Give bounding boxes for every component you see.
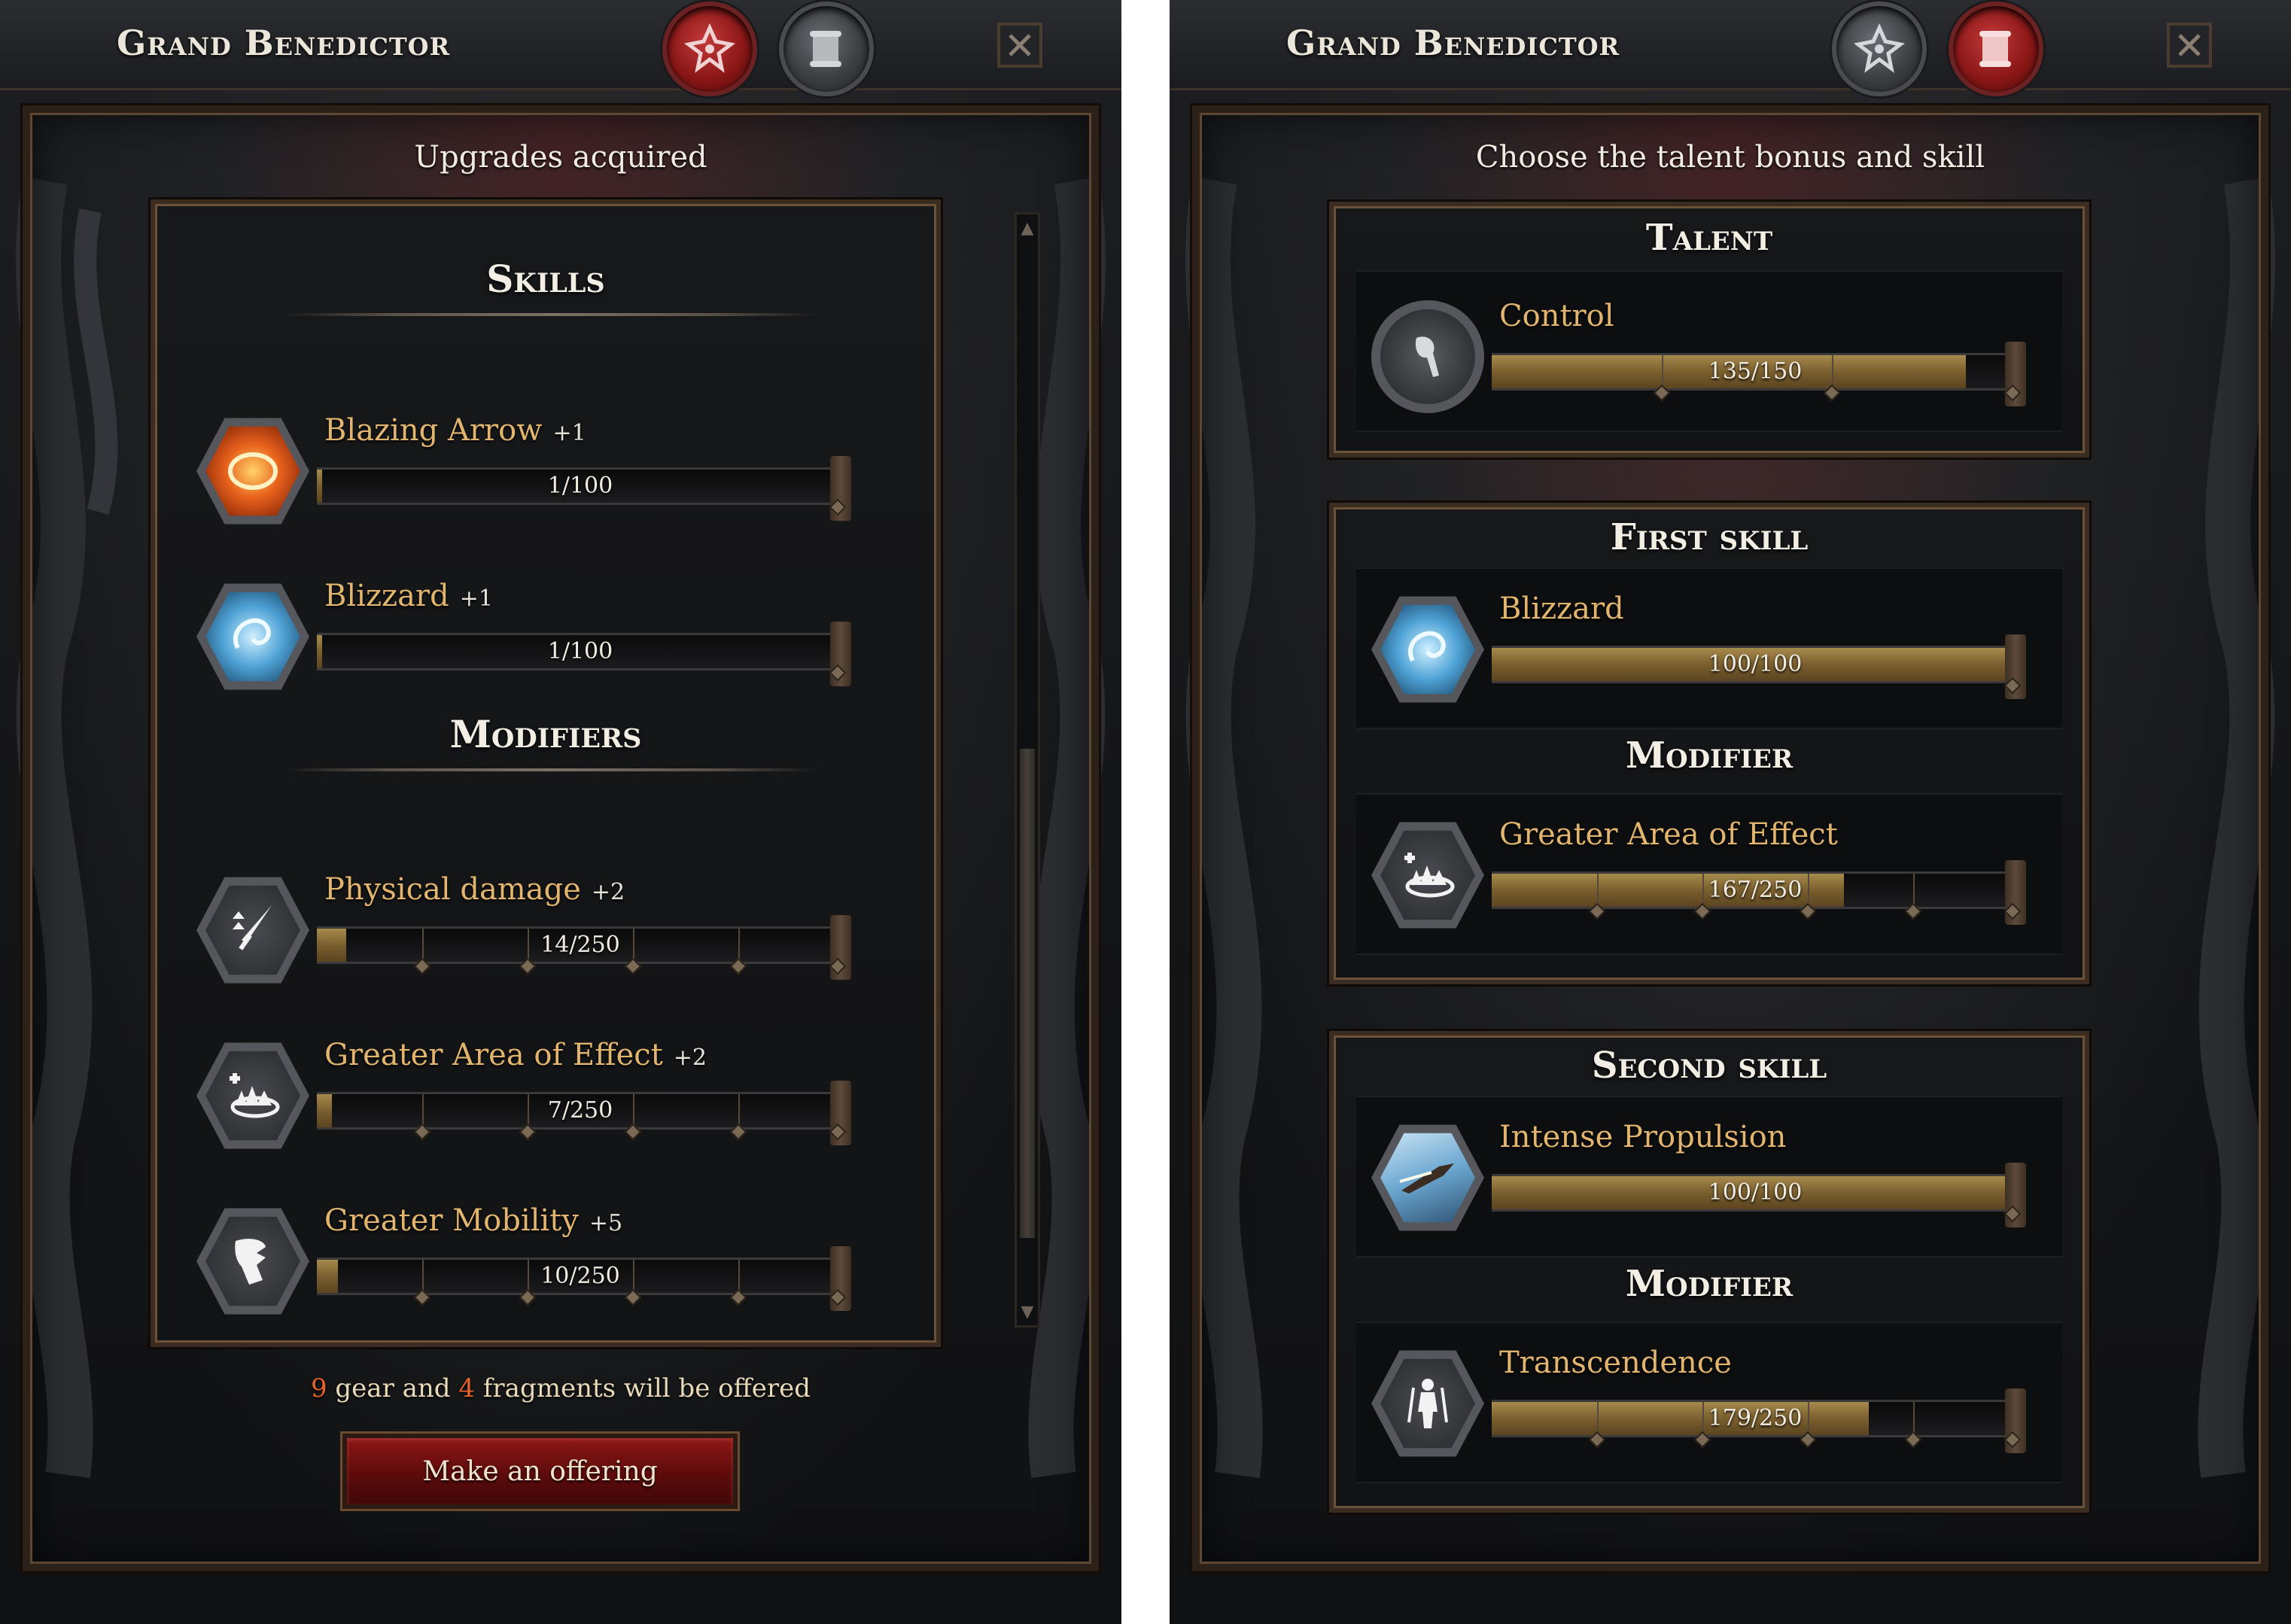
skill-name: Blizzard +1 bbox=[324, 579, 493, 613]
skill-row-blizzard: Blizzard +1 1/100 bbox=[196, 565, 874, 693]
skill-progress-bar: 1/100 bbox=[317, 622, 851, 686]
skill-progress-bar: 100/100 bbox=[1492, 1163, 2026, 1227]
modifier-progress-bar: 179/250 bbox=[1492, 1388, 2026, 1453]
tab-talent-emblem[interactable] bbox=[1832, 2, 1927, 96]
close-button[interactable] bbox=[997, 23, 1042, 68]
talent-row-control: Control 135/150 bbox=[1371, 285, 2049, 413]
intense-propulsion-icon bbox=[1371, 1124, 1484, 1231]
transcendence-icon bbox=[1371, 1350, 1484, 1457]
scroll-thumb[interactable] bbox=[1020, 749, 1035, 1238]
modifier-name: Greater Mobility +5 bbox=[324, 1203, 623, 1238]
skill-progress-bar: 1/100 bbox=[317, 456, 851, 521]
panel-subtitle: Upgrades acquired bbox=[414, 140, 707, 175]
skill-progress-value: 100/100 bbox=[1708, 651, 1803, 677]
make-offering-button[interactable]: Make an offering bbox=[342, 1434, 738, 1509]
skill-name: Blizzard bbox=[1499, 592, 1624, 626]
modifier-name: Greater Area of Effect +2 bbox=[324, 1038, 707, 1072]
modifier-progress-bar: 14/250 bbox=[317, 915, 851, 980]
title-bar: Grand Benedictor bbox=[0, 0, 1121, 96]
first-skill-row-blizzard: Blizzard 100/100 bbox=[1371, 578, 2049, 706]
modifier-progress-value: 10/250 bbox=[540, 1263, 620, 1289]
talent-box: Talent Control 135/150 bbox=[1329, 202, 2089, 458]
mobility-icon bbox=[196, 1208, 309, 1315]
first-skill-heading: First skill bbox=[1610, 516, 1809, 558]
modifier-name: Transcendence bbox=[1499, 1346, 1732, 1380]
physical-damage-icon bbox=[196, 877, 309, 984]
skills-heading: Skills bbox=[486, 257, 605, 301]
modifier-progress-value: 167/250 bbox=[1708, 877, 1803, 903]
window-title: Grand Benedictor bbox=[1286, 23, 1620, 63]
talent-name: Control bbox=[1499, 299, 1614, 333]
talent-progress-bar: 135/150 bbox=[1492, 342, 2026, 406]
modifier-progress-bar: 10/250 bbox=[317, 1246, 851, 1311]
modifier-progress-value: 7/250 bbox=[547, 1097, 613, 1124]
upgrades-list[interactable]: Skills Blazing Arrow +1 1/100 Blizzard +… bbox=[151, 199, 941, 1347]
first-skill-box: First skill Blizzard 100/100 Modifier Gr… bbox=[1329, 503, 2089, 984]
close-icon bbox=[1009, 34, 1031, 56]
choose-bonus-panel: Grand Benedictor Choose the talent bonus… bbox=[1170, 0, 2291, 1624]
tab-talent-emblem[interactable] bbox=[662, 2, 757, 96]
talent-progress-value: 135/150 bbox=[1708, 358, 1803, 385]
second-modifier-row-transcendence: Transcendence 179/250 bbox=[1371, 1332, 2049, 1460]
control-icon bbox=[1371, 300, 1484, 413]
tab-scroll[interactable] bbox=[1949, 2, 2043, 96]
scroll-icon bbox=[810, 31, 841, 67]
second-skill-heading: Second skill bbox=[1591, 1045, 1827, 1087]
window-title: Grand Benedictor bbox=[117, 23, 451, 63]
panel-subtitle: Choose the talent bonus and skill bbox=[1475, 140, 1985, 175]
modifier-progress-value: 14/250 bbox=[540, 932, 620, 958]
modifier-row-greater-aoe: Greater Area of Effect +2 7/250 bbox=[196, 1024, 874, 1152]
scroll-icon bbox=[1979, 31, 2011, 67]
modifier-progress-bar: 167/250 bbox=[1492, 860, 2026, 925]
talent-heading: Talent bbox=[1645, 217, 1773, 259]
second-skill-box: Second skill Intense Propulsion 100/100 … bbox=[1329, 1031, 2089, 1513]
first-modifier-slot[interactable]: Greater Area of Effect 167/250 bbox=[1356, 793, 2062, 955]
skill-progress-value: 1/100 bbox=[547, 473, 613, 499]
modifiers-heading: Modifiers bbox=[449, 712, 642, 756]
modifier-progress-bar: 7/250 bbox=[317, 1081, 851, 1145]
offer-summary: 9 gear and 4 fragments will be offered bbox=[310, 1373, 811, 1404]
close-icon bbox=[2178, 34, 2201, 56]
second-skill-row-intense-propulsion: Intense Propulsion 100/100 bbox=[1371, 1106, 2049, 1234]
modifier-name: Physical damage +2 bbox=[324, 872, 625, 907]
second-skill-slot[interactable]: Intense Propulsion 100/100 bbox=[1356, 1096, 2062, 1258]
first-modifier-heading: Modifier bbox=[1625, 734, 1794, 777]
emblem-icon bbox=[684, 23, 735, 73]
second-modifier-heading: Modifier bbox=[1625, 1263, 1794, 1305]
scroll-down-icon[interactable]: ▼ bbox=[1018, 1300, 1036, 1324]
skill-progress-value: 1/100 bbox=[547, 638, 613, 665]
scroll-up-icon[interactable]: ▲ bbox=[1018, 216, 1036, 240]
skills-divider bbox=[283, 313, 817, 316]
skill-progress-value: 100/100 bbox=[1708, 1179, 1803, 1206]
second-modifier-slot[interactable]: Transcendence 179/250 bbox=[1356, 1321, 2062, 1483]
first-skill-slot[interactable]: Blizzard 100/100 bbox=[1356, 567, 2062, 729]
close-button[interactable] bbox=[2167, 23, 2212, 68]
modifier-row-greater-mobility: Greater Mobility +5 10/250 bbox=[196, 1190, 874, 1318]
title-bar: Grand Benedictor bbox=[1170, 0, 2291, 96]
upgrades-panel: Grand Benedictor Upgrades acquired Skill… bbox=[0, 0, 1121, 1624]
area-of-effect-icon bbox=[196, 1042, 309, 1149]
blizzard-icon bbox=[1371, 596, 1484, 703]
tab-scroll[interactable] bbox=[779, 2, 874, 96]
skill-row-blazing-arrow: Blazing Arrow +1 1/100 bbox=[196, 400, 874, 528]
area-of-effect-icon bbox=[1371, 822, 1484, 929]
blizzard-icon bbox=[196, 583, 309, 690]
modifier-row-physical-damage: Physical damage +2 14/250 bbox=[196, 859, 874, 987]
modifier-name: Greater Area of Effect bbox=[1499, 817, 1838, 852]
emblem-icon bbox=[1854, 23, 1905, 73]
first-modifier-row-greater-aoe: Greater Area of Effect 167/250 bbox=[1371, 804, 2049, 932]
blazing-arrow-icon bbox=[196, 418, 309, 525]
skill-name: Intense Propulsion bbox=[1499, 1120, 1787, 1154]
skill-name: Blazing Arrow +1 bbox=[324, 413, 586, 448]
list-scrollbar[interactable]: ▲ ▼ bbox=[1015, 212, 1040, 1327]
skill-progress-bar: 100/100 bbox=[1492, 634, 2026, 699]
talent-slot[interactable]: Control 135/150 bbox=[1356, 270, 2062, 432]
modifiers-divider bbox=[283, 768, 817, 771]
modifier-progress-value: 179/250 bbox=[1708, 1405, 1803, 1431]
